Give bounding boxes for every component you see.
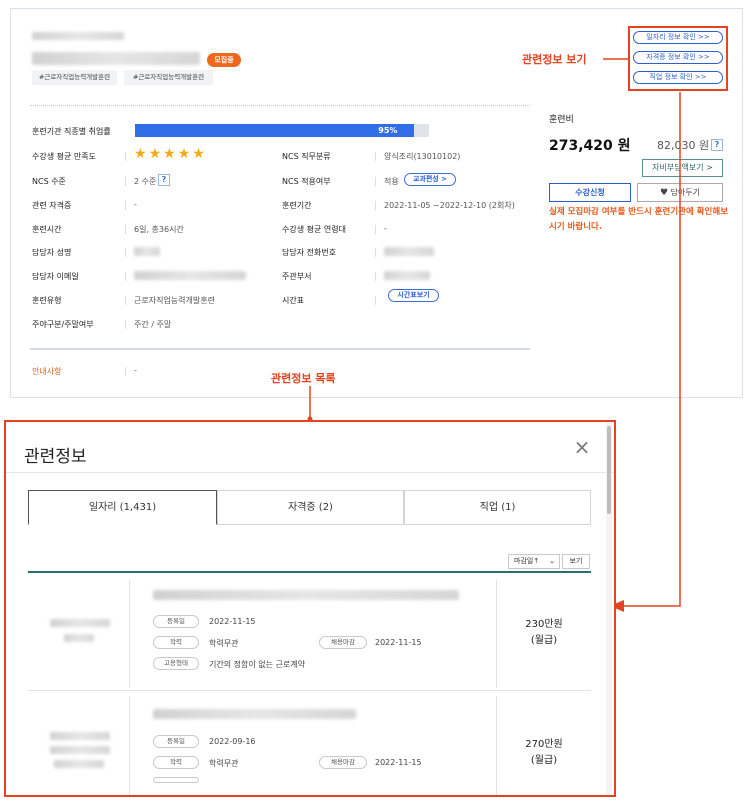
education-value: 학력무관 (209, 639, 239, 648)
company-name-blurred (54, 760, 104, 768)
reg-date-label: 등록일 (153, 615, 199, 628)
annotation-related-list: 관련정보 목록 (271, 372, 336, 385)
tab-jobs[interactable]: 일자리 (1,431) (28, 490, 217, 525)
divider (6, 472, 614, 473)
deadline-label: 채용마감 (319, 636, 367, 649)
deadline-label: 채용마감 (319, 756, 367, 769)
education-value: 학력무관 (209, 759, 239, 768)
sort-select[interactable]: 마감일↑ ⌄ (508, 554, 560, 569)
list-header-line (28, 571, 591, 573)
column-divider (496, 696, 497, 795)
tab-occupations[interactable]: 직업 (1) (404, 490, 591, 525)
reg-date-value: 2022-11-15 (209, 617, 256, 626)
sort-select-label: 마감일↑ (514, 557, 540, 565)
scrollbar-thumb[interactable] (607, 426, 611, 514)
education-label: 학력 (153, 636, 199, 649)
deadline-value: 2022-11-15 (375, 638, 422, 647)
company-name-blurred (50, 732, 110, 740)
salary-value: 270만원 (525, 739, 563, 750)
column-divider (496, 580, 497, 688)
pill-label-partial (153, 777, 199, 783)
salary-unit: (월급) (530, 635, 558, 646)
tab-certs[interactable]: 자격증 (2) (217, 490, 404, 525)
reg-date-value: 2022-09-16 (209, 737, 256, 746)
close-icon[interactable]: × (572, 437, 592, 457)
job-title-blurred[interactable] (153, 590, 459, 600)
employment-type-label: 고용형태 (153, 657, 199, 670)
education-label: 학력 (153, 756, 199, 769)
job-title-blurred[interactable] (153, 709, 356, 719)
row-divider (28, 690, 591, 691)
reg-date-label: 등록일 (153, 735, 199, 748)
salary-value: 230만원 (525, 619, 563, 630)
company-name-blurred (50, 746, 110, 754)
column-divider (129, 696, 130, 795)
modal-title: 관련정보 (24, 447, 87, 467)
column-divider (129, 580, 130, 688)
company-name-blurred (50, 619, 110, 627)
view-button[interactable]: 보기 (562, 554, 590, 569)
arrow-line (622, 92, 681, 607)
company-name-blurred (64, 634, 94, 642)
employment-type-value: 기간의 정함이 없는 근로계약 (209, 660, 305, 669)
salary-unit: (월급) (530, 755, 558, 766)
chevron-down-icon: ⌄ (549, 557, 555, 565)
related-info-modal: 관련정보 × 일자리 (1,431) 자격증 (2) 직업 (1) 마감일↑ ⌄… (4, 420, 616, 797)
deadline-value: 2022-11-15 (375, 758, 422, 767)
